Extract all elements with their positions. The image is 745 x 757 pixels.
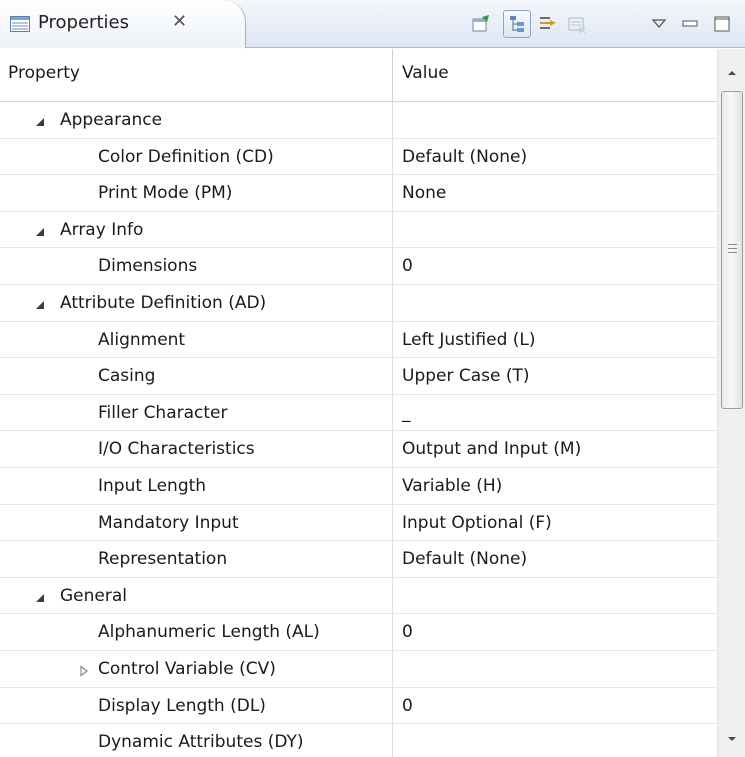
table-row[interactable]: Filler Character _ bbox=[0, 395, 717, 432]
property-value[interactable]: Input Optional (F) bbox=[402, 513, 552, 533]
property-value[interactable]: _ bbox=[402, 403, 411, 423]
tab-title: Properties bbox=[38, 12, 129, 33]
scroll-up-arrow-icon[interactable] bbox=[718, 59, 745, 87]
property-value[interactable]: Variable (H) bbox=[402, 476, 502, 496]
table-body: Appearance Color Definition (CD) Default (… bbox=[0, 102, 717, 757]
vertical-scrollbar[interactable] bbox=[717, 49, 745, 757]
show-advanced-icon[interactable] bbox=[533, 10, 561, 38]
column-header-property[interactable]: Property bbox=[8, 63, 80, 83]
table-row[interactable]: Print Mode (PM) None bbox=[0, 175, 717, 212]
table-row[interactable]: Representation Default (None) bbox=[0, 541, 717, 578]
scrollbar-thumb[interactable] bbox=[721, 91, 743, 409]
table-row[interactable]: Alignment Left Justified (L) bbox=[0, 322, 717, 359]
grip-line bbox=[728, 244, 737, 245]
property-name: Alphanumeric Length (AL) bbox=[98, 622, 320, 643]
table-header: Property Value bbox=[0, 49, 717, 102]
expanded-triangle-icon[interactable] bbox=[34, 296, 46, 309]
property-name: Alignment bbox=[98, 329, 186, 350]
property-name: Representation bbox=[98, 549, 228, 570]
grip-line bbox=[728, 252, 737, 253]
expanded-triangle-icon[interactable] bbox=[34, 113, 46, 126]
table-row[interactable]: Attribute Definition (AD) bbox=[0, 285, 717, 322]
property-name: Display Length (DL) bbox=[98, 695, 266, 716]
properties-tab[interactable]: Properties ✕ bbox=[0, 0, 246, 49]
table-row[interactable]: Control Variable (CV) bbox=[0, 651, 717, 688]
property-name: Casing bbox=[98, 366, 156, 387]
restore-defaults-icon[interactable] bbox=[563, 10, 591, 38]
table-row[interactable]: Appearance bbox=[0, 102, 717, 139]
table-row[interactable]: Color Definition (CD) Default (None) bbox=[0, 139, 717, 176]
property-value[interactable]: Output and Input (M) bbox=[402, 439, 581, 459]
property-name: Control Variable (CV) bbox=[98, 658, 276, 679]
column-header-value[interactable]: Value bbox=[402, 63, 449, 83]
properties-table: Property Value Appearance Color Definitio… bbox=[0, 49, 717, 757]
property-value[interactable]: None bbox=[402, 183, 446, 203]
table-row[interactable]: Input Length Variable (H) bbox=[0, 468, 717, 505]
show-categories-icon[interactable] bbox=[503, 10, 531, 38]
category-label: Attribute Definition (AD) bbox=[60, 292, 267, 313]
pin-to-selection-icon[interactable] bbox=[467, 10, 495, 38]
close-icon[interactable]: ✕ bbox=[172, 11, 187, 32]
table-row[interactable]: Alphanumeric Length (AL) 0 bbox=[0, 614, 717, 651]
property-value[interactable]: Default (None) bbox=[402, 147, 527, 167]
scroll-down-arrow-icon[interactable] bbox=[718, 725, 745, 753]
property-value[interactable]: Upper Case (T) bbox=[402, 366, 530, 386]
category-label: General bbox=[60, 585, 127, 606]
property-name: Input Length bbox=[98, 475, 207, 496]
property-value[interactable]: Default (None) bbox=[402, 549, 527, 569]
table-row[interactable]: Display Length (DL) 0 bbox=[0, 688, 717, 725]
table-row[interactable]: Dimensions 0 bbox=[0, 248, 717, 285]
property-name: Dynamic Attributes (DY) bbox=[98, 732, 304, 753]
expanded-triangle-icon[interactable] bbox=[34, 589, 46, 602]
property-name: Filler Character bbox=[98, 402, 228, 423]
table-row[interactable]: General bbox=[0, 578, 717, 615]
expanded-triangle-icon[interactable] bbox=[34, 223, 46, 236]
column-resize-handle[interactable] bbox=[392, 49, 393, 102]
table-row[interactable]: I/O Characteristics Output and Input (M) bbox=[0, 431, 717, 468]
property-name: I/O Characteristics bbox=[98, 439, 255, 460]
property-value[interactable]: 0 bbox=[402, 256, 413, 276]
property-name: Mandatory Input bbox=[98, 512, 239, 533]
property-value[interactable]: Left Justified (L) bbox=[402, 330, 536, 350]
maximize-icon[interactable] bbox=[708, 10, 736, 38]
grip-line bbox=[728, 248, 737, 249]
property-value[interactable]: 0 bbox=[402, 696, 413, 716]
view-title-bar: Properties ✕ bbox=[0, 0, 745, 49]
table-row[interactable]: Mandatory Input Input Optional (F) bbox=[0, 505, 717, 542]
table-row[interactable]: Array Info bbox=[0, 212, 717, 249]
property-value[interactable]: 0 bbox=[402, 622, 413, 642]
table-row[interactable]: Dynamic Attributes (DY) bbox=[0, 724, 717, 757]
property-name: Color Definition (CD) bbox=[98, 146, 274, 167]
table-row[interactable]: Casing Upper Case (T) bbox=[0, 358, 717, 395]
view-menu-icon[interactable] bbox=[645, 10, 673, 38]
property-name: Print Mode (PM) bbox=[98, 183, 233, 204]
property-name: Dimensions bbox=[98, 256, 198, 277]
category-label: Appearance bbox=[60, 110, 163, 130]
category-label: Array Info bbox=[60, 219, 144, 240]
minimize-icon[interactable] bbox=[676, 10, 704, 38]
collapsed-triangle-icon[interactable] bbox=[78, 662, 90, 677]
properties-table-icon bbox=[10, 16, 30, 32]
